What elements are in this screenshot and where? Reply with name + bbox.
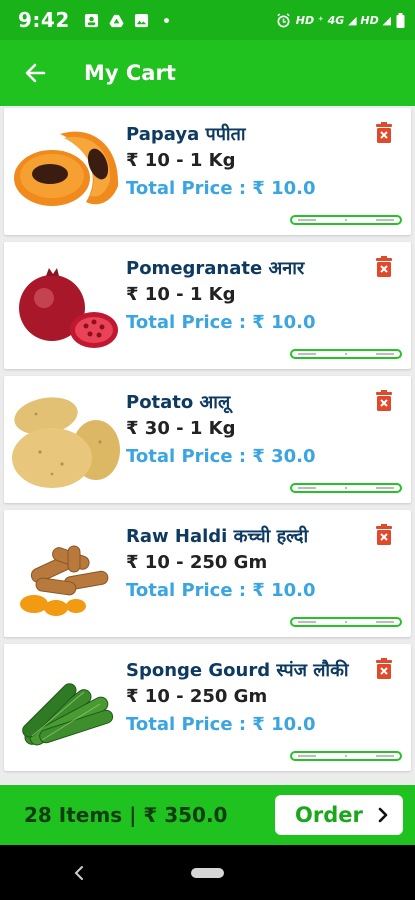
potato-image — [12, 397, 120, 488]
system-nav-bar — [0, 845, 415, 900]
quantity-stepper[interactable] — [290, 483, 402, 493]
gallery-icon — [134, 13, 148, 27]
battery-icon — [396, 12, 405, 28]
nav-home-pill[interactable] — [191, 868, 224, 878]
item-total-price: Total Price : ₹ 30.0 — [126, 446, 316, 467]
back-button[interactable] — [10, 48, 60, 98]
drive-icon — [109, 14, 124, 27]
nav-back-icon[interactable] — [74, 865, 84, 881]
raw-haldi-image — [20, 545, 109, 616]
quantity-stepper[interactable] — [290, 617, 402, 627]
arrow-back-icon — [25, 63, 46, 83]
order-button-label: Order — [295, 803, 363, 827]
dot-icon — [163, 17, 169, 23]
papaya-image — [14, 131, 119, 206]
page-title: My Cart — [84, 61, 176, 85]
item-unit-price: ₹ 30 - 1 Kg — [126, 418, 236, 439]
alarm-icon — [277, 12, 290, 27]
delete-icon[interactable] — [374, 524, 394, 546]
item-name: Papaya पपीता — [126, 124, 246, 145]
item-unit-price: ₹ 10 - 1 Kg — [126, 150, 236, 171]
sponge-gourd-image — [22, 683, 114, 746]
item-name: Sponge Gourd स्पंज लौकी — [126, 660, 349, 681]
delete-icon[interactable] — [374, 390, 394, 412]
quantity-stepper[interactable] — [290, 349, 402, 359]
status-bar: 9:42 HD ⁺ 4G ◢ HD ◢ — [0, 0, 415, 40]
item-total-price: Total Price : ₹ 10.0 — [126, 714, 316, 735]
item-unit-price: ₹ 10 - 1 Kg — [126, 284, 236, 305]
item-total-price: Total Price : ₹ 10.0 — [126, 312, 316, 333]
quantity-stepper[interactable] — [290, 751, 402, 761]
delete-icon[interactable] — [374, 256, 394, 278]
item-name: Potato आलू — [126, 392, 231, 413]
cart-item-papaya[interactable]: Papaya पपीता ₹ 10 - 1 Kg Total Price : ₹… — [4, 108, 411, 235]
item-unit-price: ₹ 10 - 250 Gm — [126, 686, 268, 707]
order-button[interactable]: Order — [275, 795, 403, 835]
item-name: Raw Haldi कच्ची हल्दी — [126, 526, 309, 547]
delete-icon[interactable] — [374, 122, 394, 144]
status-time: 9:42 — [18, 8, 70, 32]
cart-item-pomegranate[interactable]: Pomegranate अनार ₹ 10 - 1 Kg Total Price… — [4, 242, 411, 369]
cart-summary-bar: 28 Items | ₹ 350.0 Order — [0, 785, 415, 845]
cart-item-potato[interactable]: Potato आलू ₹ 30 - 1 Kg Total Price : ₹ 3… — [4, 376, 411, 503]
item-name: Pomegranate अनार — [126, 258, 305, 279]
notification-icons — [84, 13, 174, 28]
status-right: HD ⁺ 4G ◢ HD ◢ — [276, 12, 405, 28]
app-bar: My Cart — [0, 40, 415, 106]
item-total-price: Total Price : ₹ 10.0 — [126, 580, 316, 601]
delete-icon[interactable] — [374, 658, 394, 680]
chevron-right-icon — [378, 807, 388, 823]
item-total-price: Total Price : ₹ 10.0 — [126, 178, 316, 199]
item-unit-price: ₹ 10 - 250 Gm — [126, 552, 268, 573]
cart-summary: 28 Items | ₹ 350.0 — [24, 803, 228, 827]
quantity-stepper[interactable] — [290, 215, 402, 225]
cart-item-raw-haldi[interactable]: Raw Haldi कच्ची हल्दी ₹ 10 - 250 Gm Tota… — [4, 510, 411, 637]
cart-item-sponge-gourd[interactable]: Sponge Gourd स्पंज लौकी ₹ 10 - 250 Gm To… — [4, 644, 411, 771]
contact-card-icon — [84, 13, 98, 27]
pomegranate-image — [19, 268, 118, 348]
network-label: HD ⁺ 4G ◢ HD ◢ — [295, 13, 391, 27]
